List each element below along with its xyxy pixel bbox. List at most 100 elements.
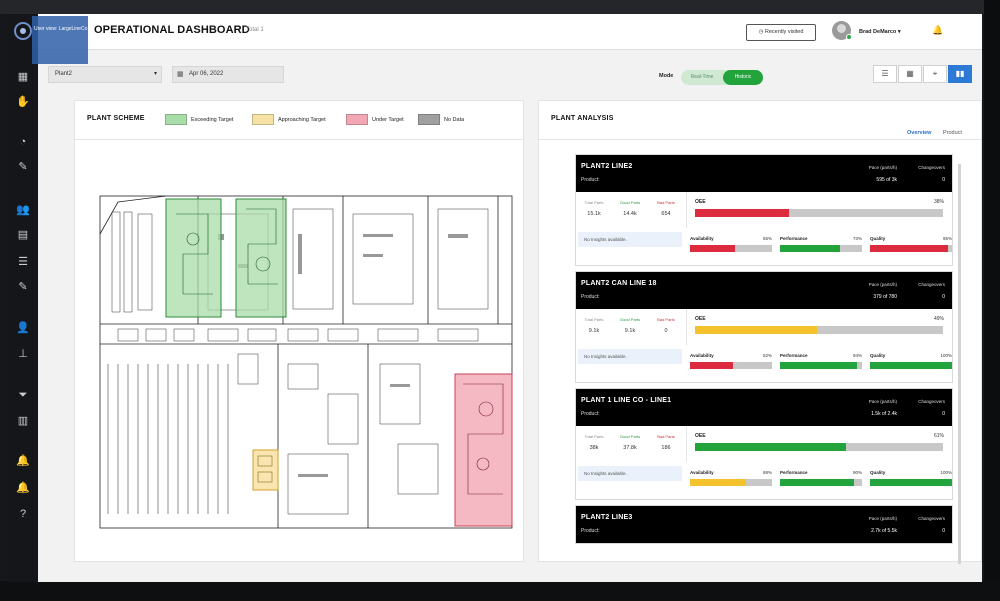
line-card[interactable]: PLANT2 LINE3 Product: Pace (parts/h) 2.7k o… xyxy=(575,505,953,544)
user-icon[interactable]: 👤 xyxy=(16,321,30,335)
changeovers-value: 0 xyxy=(942,528,945,534)
metric-performance: Performance 94% xyxy=(780,353,862,375)
user-view-label: User view: LargeLineCo xyxy=(34,26,88,32)
line-name: PLANT2 CAN LINE 18 xyxy=(581,280,657,287)
app-logo-icon[interactable] xyxy=(12,20,34,42)
legend-label: Under Target xyxy=(372,117,404,123)
pie-chart-icon[interactable]: ◔ xyxy=(16,135,30,149)
changeovers-label: Changeovers xyxy=(918,516,945,521)
device-frame: OPERATIONAL DASHBOARD Total 1 ◷ Recently… xyxy=(0,0,1000,601)
legend-label: Approaching Target xyxy=(278,117,326,123)
line-card-body: Total Parts 15.1k Good Parts 14.4k Bad Parts… xyxy=(576,192,952,265)
user-menu[interactable]: Brad DeMarco ▾ xyxy=(859,29,901,35)
plant-scheme-title: PLANT SCHEME xyxy=(87,115,145,122)
metric-bar-fill xyxy=(690,479,746,486)
chart-view-button[interactable]: ▮▮ xyxy=(948,65,972,83)
metric-percent: 94% xyxy=(852,353,862,358)
part-value: 186 xyxy=(661,445,671,451)
metric-bar-fill xyxy=(690,245,736,252)
map-pin-icon: ⌖ xyxy=(932,69,938,78)
report-icon[interactable]: ▤ xyxy=(16,228,30,242)
line-card-header: PLANT2 LINE2 Product: Pace (parts/h) 595 of… xyxy=(576,155,952,192)
metric-label: Quality xyxy=(870,236,886,241)
calendar-icon: ▦ xyxy=(177,71,184,78)
metric-bar-fill xyxy=(870,479,952,486)
oee-bar xyxy=(695,443,943,451)
mode-historic-option[interactable]: Historic xyxy=(723,70,763,85)
alert-bell-icon[interactable]: 🔔 xyxy=(16,454,30,468)
metric-bar-fill xyxy=(690,362,733,369)
metric-label: Availability xyxy=(690,236,714,241)
date-picker[interactable]: ▦ Apr 06, 2022 xyxy=(172,66,284,83)
cards-scrollbar[interactable] xyxy=(958,164,961,564)
pace-label: Pace (parts/h) xyxy=(868,165,897,170)
bar-chart-icon: ▮▮ xyxy=(955,69,965,78)
metric-quality: Quality 95% xyxy=(870,236,952,258)
legend-swatch xyxy=(418,114,440,126)
changeovers-value: 0 xyxy=(942,177,945,183)
edit-icon[interactable]: ✎ xyxy=(16,280,30,294)
user-view-badge[interactable] xyxy=(32,16,88,64)
metric-quality: Quality 100% xyxy=(870,470,952,492)
frame-top-bezel xyxy=(0,0,1000,14)
alarm-icon[interactable]: 🔔 xyxy=(16,481,30,495)
oee-percent: 49% xyxy=(933,316,944,322)
legend-label: No Data xyxy=(444,117,465,123)
part-label: Good Parts xyxy=(619,200,641,205)
document-icon[interactable]: ▥ xyxy=(16,414,30,428)
brush-icon[interactable]: ✎ xyxy=(16,160,30,174)
oee-section: OEE 61% xyxy=(686,426,954,462)
part-label: Bad Parts xyxy=(657,434,675,439)
mode-real-time-option[interactable]: Real-Time xyxy=(681,70,723,85)
help-icon[interactable]: ? xyxy=(16,507,30,521)
hierarchy-icon[interactable]: ⊥ xyxy=(16,347,30,361)
metric-percent: 100% xyxy=(940,353,952,358)
parts-summary: Total Parts 15.1k Good Parts 14.4k Bad Parts… xyxy=(576,192,684,228)
page-title: OPERATIONAL DASHBOARD xyxy=(94,24,250,36)
plant-analysis-title: PLANT ANALYSIS xyxy=(551,115,614,122)
line-card[interactable]: PLANT 1 LINE CO - LINE1 Product: Pace (par… xyxy=(575,388,953,500)
part-value: 37.8k xyxy=(623,445,637,451)
line-name: PLANT2 LINE2 xyxy=(581,163,633,170)
metric-percent: 55% xyxy=(762,236,772,241)
line-name: PLANT2 LINE3 xyxy=(581,514,633,521)
list-view-button[interactable]: ☰ xyxy=(873,65,897,83)
app-screen: OPERATIONAL DASHBOARD Total 1 ◷ Recently… xyxy=(8,14,982,582)
plant-select[interactable]: Plant2 ▾ xyxy=(48,66,162,83)
metric-bar-fill xyxy=(780,362,858,369)
line-card[interactable]: PLANT2 LINE2 Product: Pace (parts/h) 595 of… xyxy=(575,154,953,266)
chevron-down-icon: ▾ xyxy=(153,71,157,77)
list-icon[interactable]: ☰ xyxy=(16,255,30,269)
part-count: Bad Parts 654 xyxy=(648,200,684,217)
metric-bar xyxy=(870,245,952,252)
metric-availability: Availability 52% xyxy=(690,353,772,375)
hand-icon[interactable]: ✋ xyxy=(16,95,30,109)
plant-floor-map[interactable] xyxy=(98,194,514,530)
metric-label: Quality xyxy=(870,353,886,358)
users-icon[interactable]: 👥 xyxy=(16,203,30,217)
legend-exceeding: Exceeding Target xyxy=(165,114,233,126)
line-card[interactable]: PLANT2 CAN LINE 18 Product: Pace (parts/h)… xyxy=(575,271,953,383)
metric-availability: Availability 55% xyxy=(690,236,772,258)
part-label: Total Parts xyxy=(584,434,604,439)
tab-overview[interactable]: Overview xyxy=(907,130,931,136)
part-count: Bad Parts 186 xyxy=(648,434,684,451)
part-label: Bad Parts xyxy=(657,200,675,205)
part-count: Total Parts 15.1k xyxy=(576,200,612,217)
notification-bell-icon[interactable]: 🔔 xyxy=(932,25,943,36)
map-view-button[interactable]: ⌖ xyxy=(923,65,947,83)
metric-bar xyxy=(780,479,862,486)
sidebar: ▦ ✋ ◔ ✎ 👥 ▤ ☰ ✎ 👤 ⊥ ⏷ ▥ 🔔 🔔 ? xyxy=(8,14,38,582)
recently-visited-button[interactable]: ◷ Recently visited xyxy=(746,24,816,41)
part-value: 15.1k xyxy=(587,211,601,217)
part-label: Good Parts xyxy=(619,434,641,439)
metric-performance: Performance 90% xyxy=(780,470,862,492)
changeovers-label: Changeovers xyxy=(918,165,945,170)
legend-no-data: No Data xyxy=(418,114,464,126)
changeovers-label: Changeovers xyxy=(918,282,945,287)
filter-icon[interactable]: ⏷ xyxy=(16,388,30,402)
metric-bar-fill xyxy=(780,479,854,486)
grid-view-button[interactable]: ▦ xyxy=(898,65,922,83)
grid-icon[interactable]: ▦ xyxy=(16,70,30,84)
tab-product[interactable]: Product xyxy=(943,130,962,136)
